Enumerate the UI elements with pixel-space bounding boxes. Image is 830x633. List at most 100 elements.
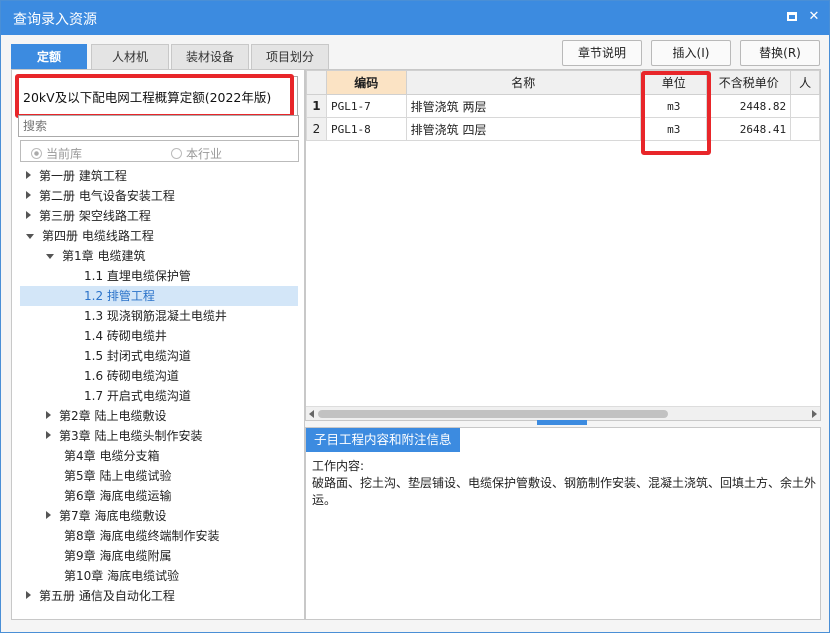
radio-unselected-icon: [171, 148, 182, 159]
tree-node-label: 第8章 海底电缆终端制作安装: [64, 529, 220, 543]
tree-node[interactable]: 第二册 电气设备安装工程: [26, 186, 175, 206]
tree-node[interactable]: 第9章 海底电缆附属: [64, 546, 171, 566]
column-header-unit[interactable]: 单位: [639, 70, 708, 95]
tree-node[interactable]: 1.5 封闭式电缆沟道: [84, 346, 191, 366]
row-number: 1: [306, 94, 327, 118]
radio-current-library[interactable]: 当前库: [31, 145, 82, 162]
left-panel: 20kV及以下配电网工程概算定额(2022年版) 当前库 本行业 第一册 建筑工…: [11, 69, 305, 620]
column-header-price[interactable]: 不含税单价: [706, 70, 792, 95]
tree-node[interactable]: 1.6 砖砌电缆沟道: [84, 366, 179, 386]
cell-extra[interactable]: [790, 94, 820, 118]
tree-node-label: 1.4 砖砌电缆井: [84, 329, 167, 343]
scroll-right-icon[interactable]: [812, 410, 817, 418]
cell-name[interactable]: 排管浇筑 两层: [405, 94, 641, 118]
search-field[interactable]: [18, 115, 299, 137]
library-selected-value: 20kV及以下配电网工程概算定额(2022年版): [23, 90, 272, 105]
tree-node[interactable]: 1.4 砖砌电缆井: [84, 326, 167, 346]
tree-node[interactable]: 1.3 现浇钢筋混凝土电缆井: [84, 306, 227, 326]
cell-unit[interactable]: m3: [639, 94, 708, 118]
title-bar: 查询录入资源 ✕: [1, 1, 829, 35]
tree-node-label: 第五册 通信及自动化工程: [39, 589, 175, 603]
quota-grid-panel: 编码 名称 单位 不含税单价 人 1 PGL1-7 排管浇筑 两层 m3 244…: [305, 69, 821, 421]
work-content-heading: 工作内容:: [312, 459, 365, 473]
tree-node[interactable]: 第2章 陆上电缆敷设: [46, 406, 166, 426]
search-input[interactable]: [19, 116, 298, 136]
expand-arrow-icon: [46, 511, 51, 519]
tab-project-division[interactable]: 项目划分: [251, 44, 329, 70]
column-header-code[interactable]: 编码: [325, 70, 407, 95]
tree-node-selected[interactable]: 1.2 排管工程: [20, 286, 298, 306]
tree-node-label: 第一册 建筑工程: [39, 169, 127, 183]
tree-node-label: 第3章 陆上电缆头制作安装: [59, 429, 203, 443]
tree-node[interactable]: 第1章 电缆建筑: [46, 246, 145, 266]
table-row[interactable]: 1 PGL1-7 排管浇筑 两层 m3 2448.82: [306, 94, 820, 118]
expand-arrow-icon: [46, 411, 51, 419]
cell-code[interactable]: PGL1-7: [325, 94, 407, 118]
tree-node-label: 第2章 陆上电缆敷设: [59, 409, 167, 423]
column-header-name[interactable]: 名称: [405, 70, 641, 95]
tree-node-label: 第5章 陆上电缆试验: [64, 469, 172, 483]
horizontal-scrollbar[interactable]: [306, 406, 820, 420]
tab-labor-material-machine[interactable]: 人材机: [91, 44, 169, 70]
tree-node-label: 第四册 电缆线路工程: [42, 229, 154, 243]
tree-node-label: 1.7 开启式电缆沟道: [84, 389, 191, 403]
row-number: 2: [306, 117, 327, 141]
library-selector[interactable]: 20kV及以下配电网工程概算定额(2022年版): [17, 76, 298, 116]
tree-node[interactable]: 第10章 海底电缆试验: [64, 566, 179, 586]
insert-button[interactable]: 插入(I): [651, 40, 731, 66]
cell-price[interactable]: 2448.82: [706, 94, 792, 118]
tree-node[interactable]: 第四册 电缆线路工程: [26, 226, 154, 246]
query-resource-dialog: 查询录入资源 ✕ 定额 人材机 装材设备 项目划分 章节说明 插入(I) 替换(…: [0, 0, 830, 633]
work-content-body: 破路面、挖土沟、垫层铺设、电缆保护管敷设、钢筋制作安装、混凝土浇筑、回填土方、余…: [312, 476, 817, 507]
tree-node-label: 第三册 架空线路工程: [39, 209, 151, 223]
scroll-left-icon[interactable]: [309, 410, 314, 418]
radio-current-label: 当前库: [46, 147, 83, 161]
collapse-arrow-icon: [26, 234, 34, 239]
detail-panel: 子目工程内容和附注信息 工作内容: 破路面、挖土沟、垫层铺设、电缆保护管敷设、钢…: [305, 427, 821, 620]
tree-node-label: 第6章 海底电缆运输: [64, 489, 172, 503]
radio-industry[interactable]: 本行业: [171, 145, 222, 162]
cell-name[interactable]: 排管浇筑 四层: [405, 117, 641, 141]
tree-node[interactable]: 第6章 海底电缆运输: [64, 486, 171, 506]
tree-node-label: 第7章 海底电缆敷设: [59, 509, 167, 523]
tree-node[interactable]: 第5章 陆上电缆试验: [64, 466, 171, 486]
tree-node-label: 第二册 电气设备安装工程: [39, 189, 175, 203]
chapter-notes-button[interactable]: 章节说明: [562, 40, 642, 66]
tree-node[interactable]: 1.7 开启式电缆沟道: [84, 386, 191, 406]
tree-node[interactable]: 第8章 海底电缆终端制作安装: [64, 526, 219, 546]
cell-code[interactable]: PGL1-8: [325, 117, 407, 141]
restore-icon[interactable]: [785, 10, 799, 24]
tree-node[interactable]: 第4章 电缆分支箱: [64, 446, 159, 466]
scrollbar-thumb[interactable]: [318, 410, 668, 418]
panel-splitter-handle[interactable]: [537, 420, 587, 425]
tree-node[interactable]: 第一册 建筑工程: [26, 166, 127, 186]
tab-quota[interactable]: 定额: [11, 44, 87, 70]
tab-equipment-materials[interactable]: 装材设备: [171, 44, 249, 70]
replace-button[interactable]: 替换(R): [740, 40, 820, 66]
close-icon[interactable]: ✕: [807, 10, 821, 24]
expand-arrow-icon: [46, 431, 51, 439]
tree-node[interactable]: 第3章 陆上电缆头制作安装: [46, 426, 202, 446]
expand-arrow-icon: [26, 171, 31, 179]
tree-node[interactable]: 第7章 海底电缆敷设: [46, 506, 166, 526]
scope-selector: 当前库 本行业: [20, 140, 299, 162]
window-title: 查询录入资源: [13, 12, 97, 28]
tree-node-label: 1.5 封闭式电缆沟道: [84, 349, 191, 363]
table-row[interactable]: 2 PGL1-8 排管浇筑 四层 m3 2648.41: [306, 117, 820, 141]
tree-node-label: 1.3 现浇钢筋混凝土电缆井: [84, 309, 227, 323]
tab-work-content[interactable]: 子目工程内容和附注信息: [306, 428, 460, 452]
tree-node[interactable]: 1.1 直埋电缆保护管: [84, 266, 191, 286]
expand-arrow-icon: [26, 211, 31, 219]
quota-table: 编码 名称 单位 不含税单价 人 1 PGL1-7 排管浇筑 两层 m3 244…: [306, 70, 820, 141]
column-header-extra[interactable]: 人: [790, 70, 820, 95]
cell-unit[interactable]: m3: [639, 117, 708, 141]
tree-node[interactable]: 第三册 架空线路工程: [26, 206, 151, 226]
collapse-arrow-icon: [46, 254, 54, 259]
cell-price[interactable]: 2648.41: [706, 117, 792, 141]
cell-extra[interactable]: [790, 117, 820, 141]
tree-node-label: 第4章 电缆分支箱: [64, 449, 160, 463]
tree-node[interactable]: 第五册 通信及自动化工程: [26, 586, 175, 606]
expand-arrow-icon: [26, 591, 31, 599]
work-content-text: 工作内容: 破路面、挖土沟、垫层铺设、电缆保护管敷设、钢筋制作安装、混凝土浇筑、…: [312, 458, 816, 509]
radio-selected-icon: [31, 148, 42, 159]
